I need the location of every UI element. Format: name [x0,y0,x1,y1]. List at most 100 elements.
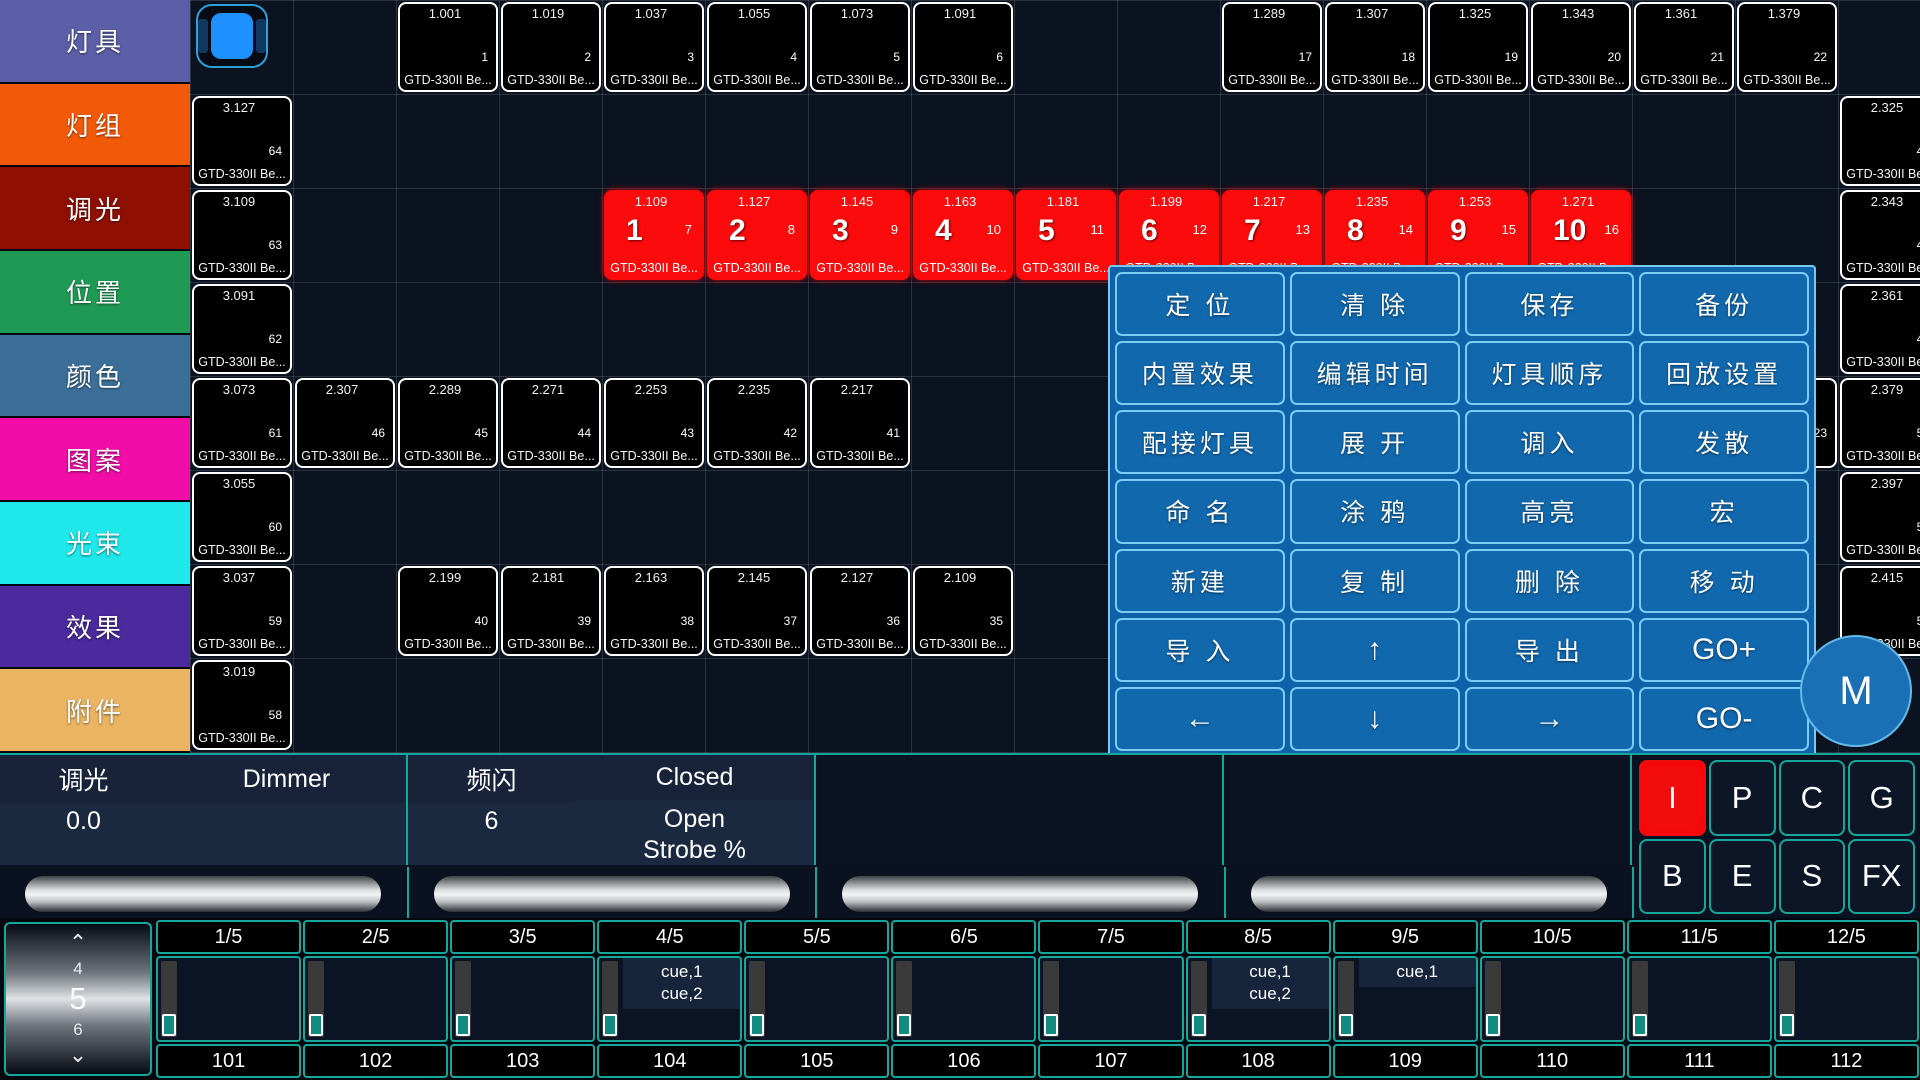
fixture-tile[interactable]: 2.18139GTD-330II Be... [501,566,601,656]
fader-handle[interactable] [162,1014,176,1036]
playback-fader-track-area[interactable]: cue,1 [1333,956,1478,1042]
fader-handle[interactable] [1486,1014,1500,1036]
command-button[interactable]: 备份 [1639,272,1809,336]
playback-fader[interactable]: 7/5107 [1037,918,1184,1080]
fixture-tile[interactable]: 1.0554GTD-330II Be... [707,2,807,92]
playback-fader-track-area[interactable]: cue,1cue,2 [1186,956,1331,1042]
playback-fader-track-area[interactable]: cue,1cue,2 [597,956,742,1042]
playback-fader[interactable]: 3/5103 [449,918,596,1080]
playback-page-label[interactable]: 11/5 [1627,920,1772,954]
command-button[interactable]: 内置效果 [1115,341,1285,405]
encoder-wheel[interactable] [24,875,382,913]
playback-fader-track-area[interactable] [303,956,448,1042]
playback-page-label[interactable]: 9/5 [1333,920,1478,954]
sidebar-item-7[interactable]: 效果 [0,586,190,670]
playback-number-label[interactable]: 101 [156,1044,301,1078]
fader-handle[interactable] [897,1014,911,1036]
command-button[interactable]: 导 入 [1115,618,1285,682]
fixture-tile[interactable]: 2.14537GTD-330II Be... [707,566,807,656]
fixture-tile[interactable]: 2.12736GTD-330II Be... [810,566,910,656]
playback-fader[interactable]: 4/5cue,1cue,2104 [596,918,743,1080]
fixture-tile[interactable]: 1.0011GTD-330II Be... [398,2,498,92]
playback-number-label[interactable]: 105 [744,1044,889,1078]
playback-fader[interactable]: 5/5 105 [743,918,890,1080]
encoder-attribute-cell[interactable]: Dimmer [167,755,406,865]
command-button[interactable]: 发散 [1639,410,1809,474]
fixture-tile[interactable]: 1.14539GTD-330II Be... [810,190,910,280]
command-button[interactable]: 移 动 [1639,549,1809,613]
playback-page-label[interactable]: 1/5 [156,920,301,954]
command-button[interactable]: 灯具顺序 [1465,341,1635,405]
playback-page-label[interactable]: 8/5 [1186,920,1331,954]
fixture-tile[interactable]: 3.10963GTD-330II Be... [192,190,292,280]
command-button[interactable]: → [1465,687,1635,751]
command-button[interactable]: 宏 [1639,479,1809,543]
fixture-tile[interactable]: 2.30746GTD-330II Be... [295,378,395,468]
command-button[interactable]: 配接灯具 [1115,410,1285,474]
encoder-wheel[interactable] [841,875,1199,913]
sidebar-item-4[interactable]: 颜色 [0,335,190,419]
playback-page-label[interactable]: 6/5 [891,920,1036,954]
playback-number-label[interactable]: 107 [1038,1044,1183,1078]
fader-handle[interactable] [1044,1014,1058,1036]
fader-handle[interactable] [1780,1014,1794,1036]
playback-number-label[interactable]: 109 [1333,1044,1478,1078]
fixture-tile[interactable]: 2.25343GTD-330II Be... [604,378,704,468]
playback-page-label[interactable]: 4/5 [597,920,742,954]
command-button[interactable]: 新建 [1115,549,1285,613]
sidebar-item-1[interactable]: 灯组 [0,84,190,168]
command-button[interactable]: 展 开 [1290,410,1460,474]
attribute-key[interactable]: C [1779,760,1846,836]
fixture-tile[interactable]: 1.28917GTD-330II Be... [1222,2,1322,92]
fixture-tile[interactable]: 1.0373GTD-330II Be... [604,2,704,92]
command-button[interactable]: 涂 鸦 [1290,479,1460,543]
playback-fader[interactable]: 11/5111 [1626,918,1773,1080]
fixture-tile[interactable]: 2.36149GTD-330II Be... [1840,284,1920,374]
encoder-attribute-cell[interactable] [1391,755,1630,865]
sidebar-item-6[interactable]: 光束 [0,502,190,586]
playback-fader-track-area[interactable] [156,956,301,1042]
playback-fader[interactable]: 1/5 101 [155,918,302,1080]
sidebar-item-8[interactable]: 附件 [0,669,190,753]
fader-handle[interactable] [456,1014,470,1036]
fixture-tile[interactable]: 3.01958GTD-330II Be... [192,660,292,750]
page-up-icon[interactable]: ⌃ [69,930,87,956]
playback-fader-track-area[interactable] [1774,956,1919,1042]
page-down-icon[interactable]: ⌄ [69,1042,87,1068]
command-button[interactable]: 命 名 [1115,479,1285,543]
fixture-tile[interactable]: 2.34348GTD-330II Be... [1840,190,1920,280]
command-button[interactable]: GO+ [1639,618,1809,682]
playback-fader[interactable]: 12/5112 [1773,918,1920,1080]
encoder-wheel[interactable] [1250,875,1608,913]
fader-handle[interactable] [603,1014,617,1036]
attribute-key[interactable]: B [1639,839,1706,915]
playback-fader[interactable]: 6/5106 [890,918,1037,1080]
fixture-tile[interactable]: 1.37922GTD-330II Be... [1737,2,1837,92]
playback-number-label[interactable]: 103 [450,1044,595,1078]
attribute-key[interactable]: I [1639,760,1706,836]
command-button[interactable]: 保存 [1465,272,1635,336]
fixture-tile[interactable]: 3.12764GTD-330II Be... [192,96,292,186]
fixture-tile[interactable]: 1.32519GTD-330II Be... [1428,2,1528,92]
command-button[interactable]: 导 出 [1465,618,1635,682]
attribute-key[interactable]: E [1709,839,1776,915]
playback-fader-track-area[interactable] [1480,956,1625,1042]
fader-handle[interactable] [1192,1014,1206,1036]
encoder-attribute-cell[interactable] [983,755,1222,865]
fixture-tile[interactable]: 2.28945GTD-330II Be... [398,378,498,468]
playback-page-label[interactable]: 2/5 [303,920,448,954]
playback-number-label[interactable]: 102 [303,1044,448,1078]
fixture-tile[interactable]: 3.05560GTD-330II Be... [192,472,292,562]
playback-fader[interactable]: 10/5110 [1479,918,1626,1080]
encoder-attribute-option[interactable]: Strobe % [643,835,746,866]
fixture-tile[interactable]: 2.19940GTD-330II Be... [398,566,498,656]
playback-fader[interactable]: 8/5cue,1cue,2108 [1185,918,1332,1080]
fixture-tile[interactable]: 2.23542GTD-330II Be... [707,378,807,468]
playback-page-label[interactable]: 5/5 [744,920,889,954]
fixture-tile[interactable]: 1.34320GTD-330II Be... [1531,2,1631,92]
command-button[interactable]: 高亮 [1465,479,1635,543]
fixture-tile[interactable]: 2.10935GTD-330II Be... [913,566,1013,656]
sidebar-item-2[interactable]: 调光 [0,167,190,251]
attribute-key[interactable]: S [1779,839,1846,915]
encoder-attribute-option[interactable]: Open [664,804,725,835]
